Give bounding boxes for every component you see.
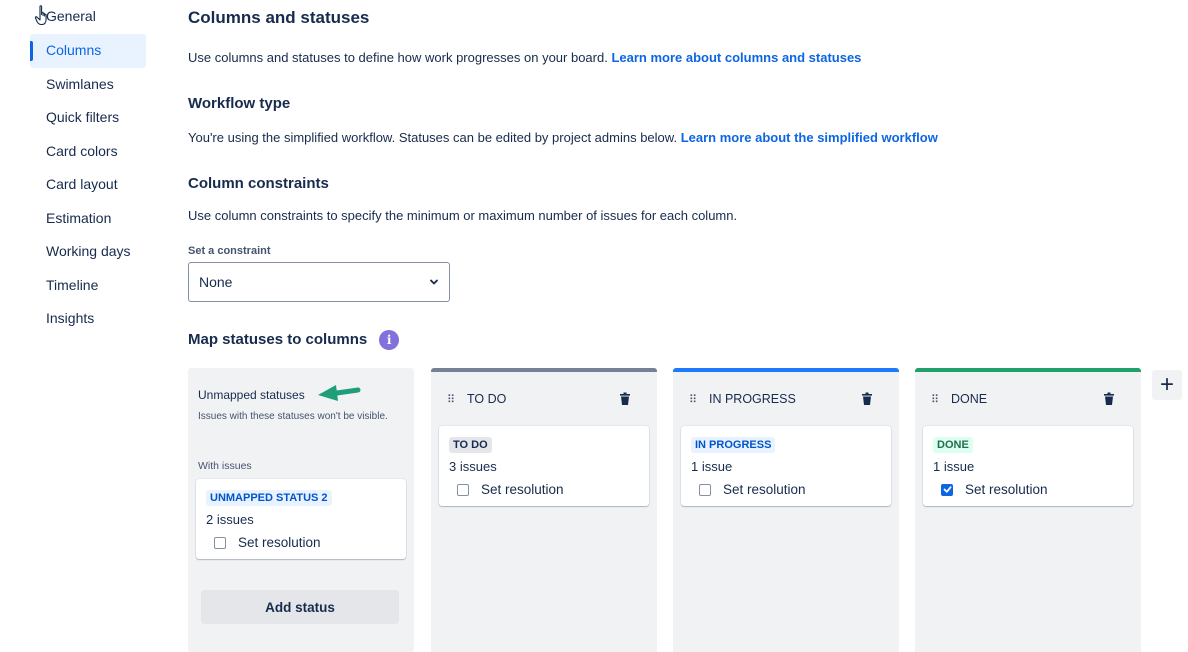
unmapped-description: Issues with these statuses won't be visi… [198, 411, 388, 422]
workflow-text-body: You're using the simplified workflow. St… [188, 130, 678, 145]
add-column-button[interactable]: + [1152, 370, 1182, 400]
issue-count: 1 issue [933, 459, 975, 474]
status-lozenge: IN PROGRESS [691, 437, 776, 453]
learn-more-columns-link[interactable]: Learn more about columns and statuses [611, 50, 861, 65]
hand-cursor-icon [34, 5, 47, 26]
workflow-text: You're using the simplified workflow. St… [188, 130, 938, 145]
constraints-text: Use column constraints to specify the mi… [188, 208, 738, 223]
set-resolution-checkbox[interactable] [941, 483, 953, 496]
chevron-down-icon [430, 279, 438, 285]
issue-count: 3 issues [449, 459, 497, 474]
column-name: TO DO [467, 392, 507, 406]
column-header-todo[interactable]: ⠿ TO DO [447, 390, 645, 408]
sidebar-item-card-layout[interactable]: Card layout [30, 168, 146, 202]
sidebar-item-columns[interactable]: Columns [30, 34, 146, 68]
map-statuses-title: Map statuses to columns [188, 330, 368, 348]
constraint-label: Set a constraint [188, 245, 271, 257]
learn-more-workflow-link[interactable]: Learn more about the simplified workflow [681, 130, 938, 145]
info-icon[interactable]: i [379, 330, 400, 350]
set-resolution-checkbox[interactable] [214, 536, 226, 549]
set-resolution-toggle[interactable]: Set resolution [691, 482, 881, 497]
sidebar-item-quick-filters[interactable]: Quick filters [30, 101, 146, 135]
column-header-in-progress[interactable]: ⠿ IN PROGRESS [689, 390, 887, 408]
status-lozenge: DONE [933, 437, 973, 453]
constraint-select-value: None [199, 274, 233, 290]
drag-handle-icon[interactable]: ⠿ [689, 393, 701, 406]
status-card-todo[interactable]: TO DO 3 issues Set resolution [439, 426, 649, 506]
status-card-in-progress[interactable]: IN PROGRESS 1 issue Set resolution [681, 426, 891, 506]
column-header-done[interactable]: ⠿ DONE [931, 390, 1129, 408]
drag-handle-icon[interactable]: ⠿ [931, 393, 943, 406]
set-resolution-toggle[interactable]: Set resolution [449, 482, 639, 497]
status-lozenge: TO DO [449, 437, 492, 453]
sidebar-item-swimlanes[interactable]: Swimlanes [30, 68, 146, 102]
status-card-done[interactable]: DONE 1 issue Set resolution [923, 426, 1133, 506]
set-resolution-toggle[interactable]: Set resolution [206, 535, 396, 550]
sidebar-item-timeline[interactable]: Timeline [30, 269, 146, 303]
sidebar-item-insights[interactable]: Insights [30, 302, 146, 336]
drag-handle-icon[interactable]: ⠿ [447, 393, 459, 406]
constraint-select[interactable]: None [188, 262, 450, 302]
sidebar-item-card-colors[interactable]: Card colors [30, 135, 146, 169]
checkmark-icon [943, 486, 951, 493]
trash-icon[interactable] [619, 392, 631, 406]
sidebar-item-working-days[interactable]: Working days [30, 235, 146, 269]
column-name: IN PROGRESS [709, 392, 796, 406]
intro-text-body: Use columns and statuses to define how w… [188, 50, 608, 65]
column-in-progress: ⠿ IN PROGRESS IN PROGRESS 1 issue Set re… [673, 368, 899, 652]
set-resolution-label: Set resolution [481, 482, 564, 497]
set-resolution-label: Set resolution [238, 535, 321, 550]
intro-text: Use columns and statuses to define how w… [188, 50, 861, 65]
page-title: Columns and statuses [188, 8, 370, 27]
column-name: DONE [951, 392, 988, 406]
set-resolution-checkbox[interactable] [457, 483, 469, 496]
unmapped-title: Unmapped statuses [198, 388, 305, 402]
status-lozenge: UNMAPPED STATUS 2 [206, 490, 332, 506]
status-card-unmapped[interactable]: UNMAPPED STATUS 2 2 issues Set resolutio… [196, 479, 406, 559]
add-status-button[interactable]: Add status [201, 590, 399, 624]
set-resolution-checkbox[interactable] [699, 483, 711, 496]
set-resolution-label: Set resolution [723, 482, 806, 497]
column-done: ⠿ DONE DONE 1 issue Set resolution [915, 368, 1141, 652]
with-issues-label: With issues [198, 460, 252, 472]
issue-count: 1 issue [691, 459, 733, 474]
sidebar-item-estimation[interactable]: Estimation [30, 202, 146, 236]
constraints-heading: Column constraints [188, 175, 329, 192]
trash-icon[interactable] [1103, 392, 1115, 406]
arrow-left-icon [318, 385, 361, 401]
set-resolution-label: Set resolution [965, 482, 1048, 497]
settings-sidebar: General Columns Swimlanes Quick filters … [30, 0, 146, 336]
issue-count: 2 issues [206, 512, 254, 527]
unmapped-statuses-column: Unmapped statuses Issues with these stat… [188, 368, 414, 652]
column-todo: ⠿ TO DO TO DO 3 issues Set resolution [431, 368, 657, 652]
map-statuses-heading: Map statuses to columns i [188, 330, 400, 350]
trash-icon[interactable] [861, 392, 873, 406]
workflow-heading: Workflow type [188, 95, 291, 112]
set-resolution-toggle[interactable]: Set resolution [933, 482, 1123, 497]
